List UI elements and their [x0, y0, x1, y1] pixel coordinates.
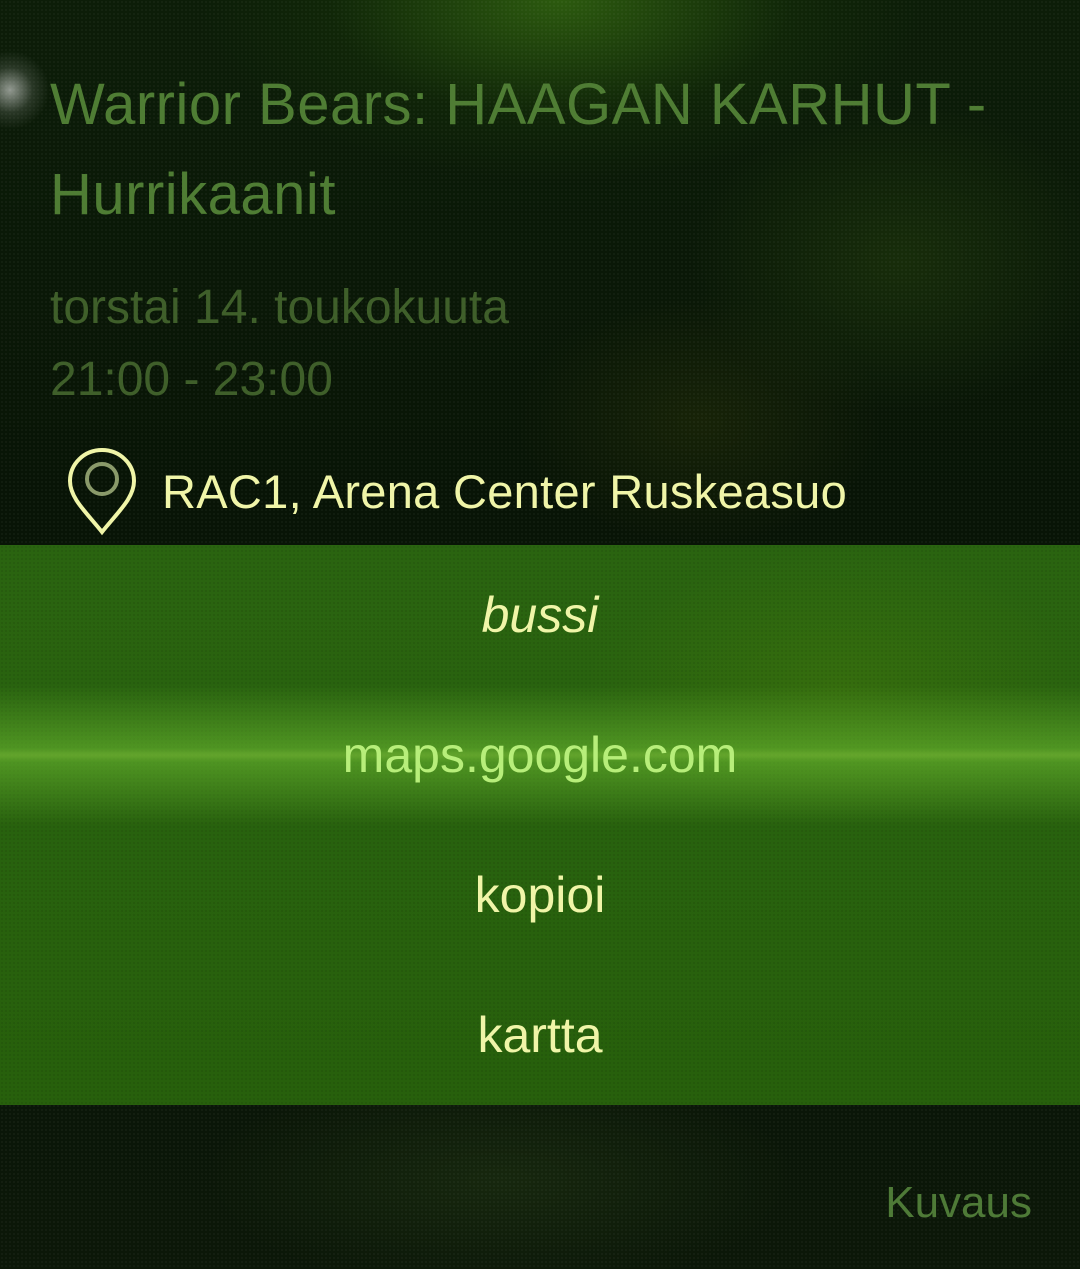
event-header: Warrior Bears: HAAGAN KARHUT - Hurrikaan…	[50, 60, 1040, 240]
menu-item-maps-google[interactable]: maps.google.com	[0, 685, 1080, 825]
menu-item-kartta[interactable]: kartta	[0, 965, 1080, 1105]
location-row[interactable]: RAC1, Arena Center Ruskeasuo	[66, 446, 847, 536]
event-time: 21:00 - 23:00	[50, 353, 333, 406]
event-title: Warrior Bears: HAAGAN KARHUT - Hurrikaan…	[50, 72, 987, 227]
description-link[interactable]: Kuvaus	[885, 1178, 1032, 1228]
menu-item-bussi[interactable]: bussi	[0, 545, 1080, 685]
event-date: torstai 14. toukokuuta	[50, 281, 509, 334]
menu-item-kopioi[interactable]: kopioi	[0, 825, 1080, 965]
ambient-glow	[0, 50, 50, 130]
location-context-menu: bussi maps.google.com kopioi kartta	[0, 545, 1080, 1105]
location-label: RAC1, Arena Center Ruskeasuo	[162, 464, 848, 518]
map-pin-icon	[66, 446, 138, 536]
